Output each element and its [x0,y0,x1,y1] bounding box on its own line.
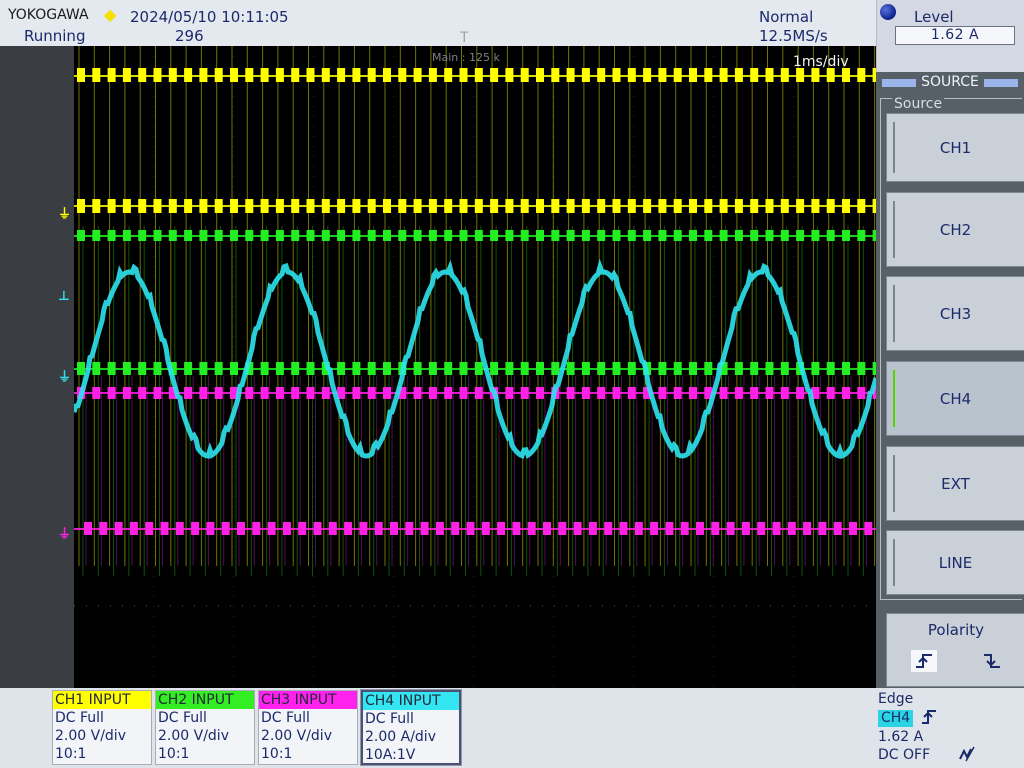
ch3-title: CH3 INPUT [259,691,357,709]
ch2-title: CH2 INPUT [156,691,254,709]
trigger-slope-icon [920,708,938,730]
ch1-probe: 10:1 [55,746,87,762]
level-title: Level [914,8,954,26]
status-header: YOKOGAWA ◆ 2024/05/10 10:11:05 Running 2… [0,0,876,46]
sample-rate: 12.5MS/s [759,27,828,45]
main-record-label: Main : 125 k [432,51,500,64]
ch4-title: CH4 INPUT [363,692,459,710]
run-state: Running [24,27,86,45]
ch4-coupling: DC Full [365,711,414,727]
ch1-title: CH1 INPUT [53,691,151,709]
trigger-level-value: 1.62 A [878,729,924,745]
level-input[interactable]: 1.62 A [895,26,1015,45]
knob-icon[interactable] [880,4,896,20]
ch3-ground-icon: ⏚ [58,527,72,542]
ch3-probe: 10:1 [261,746,293,762]
menu-title: SOURCE [880,74,1020,91]
source-ext-button[interactable]: EXT [886,446,1024,521]
datetime: 2024/05/10 10:11:05 [130,8,289,26]
ch2-scale: 2.00 V/div [158,728,229,744]
waveform-display[interactable] [74,46,876,688]
polarity-label: Polarity [927,621,985,639]
rising-edge-icon[interactable] [911,650,937,672]
ch3-coupling: DC Full [261,710,310,726]
ch3-scale: 2.00 V/div [261,728,332,744]
ch4-info-box[interactable]: CH4 INPUT DC Full 2.00 A/div 10A:1V [361,690,461,765]
noise-filter-icon [958,745,980,767]
source-ch3-button[interactable]: CH3 [886,276,1024,351]
trigger-source-badge: CH4 [878,710,914,727]
ch1-scale: 2.00 V/div [55,728,126,744]
polarity-group: Polarity [886,613,1024,687]
ch4-scale: 2.00 A/div [365,729,436,745]
source-ch2-button[interactable]: CH2 [886,192,1024,267]
time-per-div: 1ms/div [793,54,849,70]
yellow-diamond-icon: ◆ [104,5,117,24]
acquisition-count: 296 [175,27,204,45]
ch3-info-box[interactable]: CH3 INPUT DC Full 2.00 V/div 10:1 [258,690,358,765]
ch4-ground-icon: ⏚ [58,370,72,385]
ch2-info-box[interactable]: CH2 INPUT DC Full 2.00 V/div 10:1 [155,690,255,765]
trigger-type: Edge [878,691,914,707]
trigger-info[interactable]: Edge CH4 1.62 A DC OFF [878,690,1024,766]
waveform-canvas [74,46,876,688]
trigger-mode: Normal [759,8,814,26]
ch4-probe: 10A:1V [365,747,416,763]
source-line-button[interactable]: LINE [886,530,1024,595]
channel-info-bar [0,688,1024,768]
falling-edge-icon[interactable] [979,650,1005,672]
source-ch1-button[interactable]: CH1 [886,113,1024,182]
trigger-filter: DC OFF [878,747,931,763]
brand-logo: YOKOGAWA [8,7,89,23]
source-group-label: Source [892,96,945,112]
ch2-probe: 10:1 [158,746,190,762]
ground-marker-strip: ⏚ ⊥ ⏚ ⏚ [0,46,74,688]
ch1-coupling: DC Full [55,710,104,726]
trigger-position-icon: T [460,30,469,46]
ch1-info-box[interactable]: CH1 INPUT DC Full 2.00 V/div 10:1 [52,690,152,765]
ch4-trigger-level-icon: ⊥ [58,289,70,304]
source-ch4-button[interactable]: CH4 [886,361,1024,436]
ch2-coupling: DC Full [158,710,207,726]
ch1-ground-icon: ⏚ [58,207,72,222]
